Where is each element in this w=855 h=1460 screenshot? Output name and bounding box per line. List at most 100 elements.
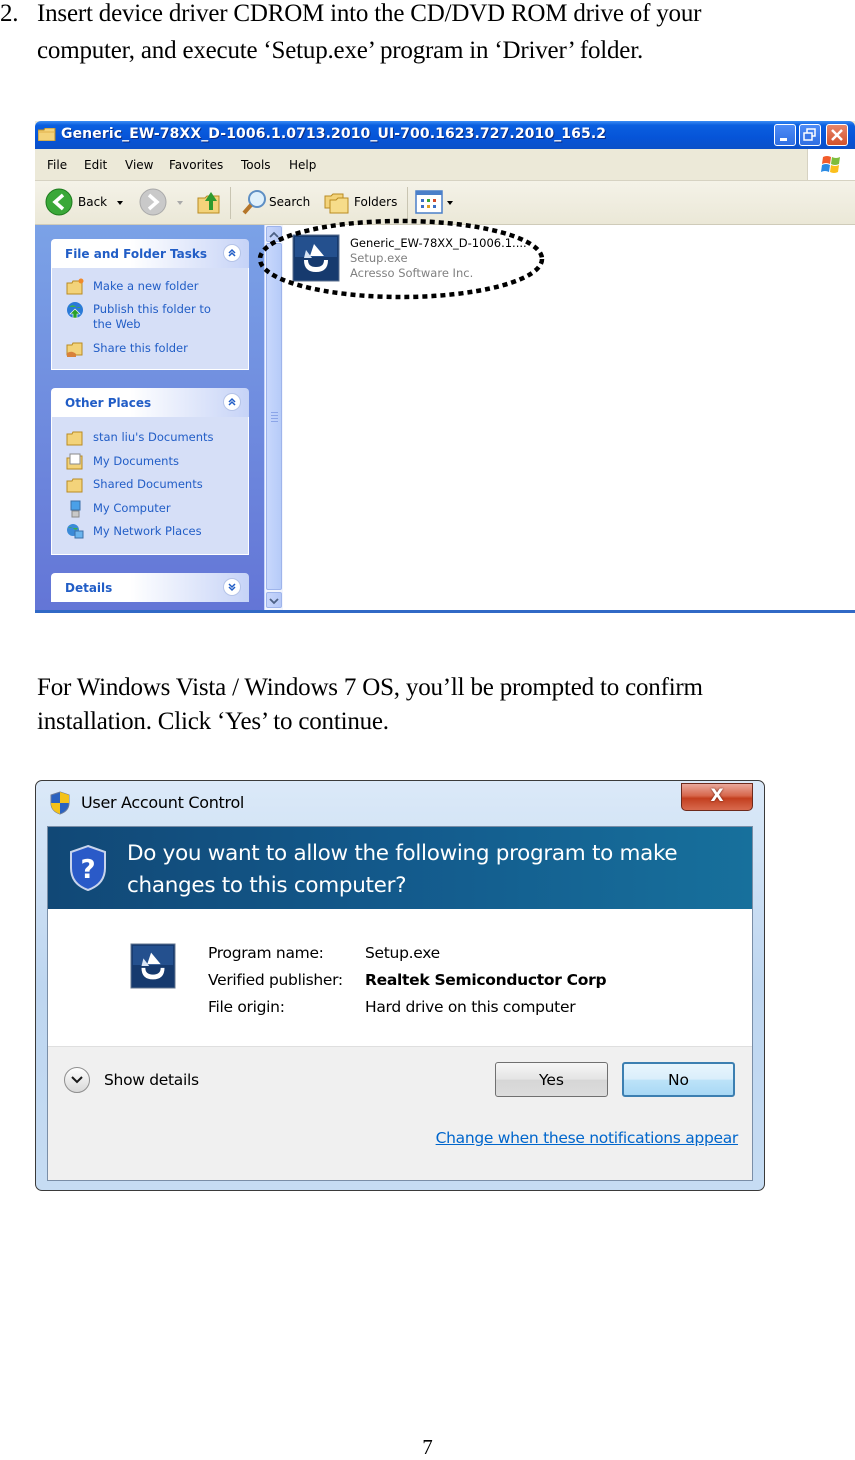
step-line-2: computer, and execute ‘Setup.exe’ progra…	[37, 37, 643, 64]
windows-logo	[807, 149, 855, 180]
menu-edit[interactable]: Edit	[84, 158, 107, 172]
yes-button[interactable]: Yes	[495, 1062, 608, 1097]
restore-button[interactable]	[799, 124, 821, 146]
folder-icon	[66, 478, 83, 493]
question-shield-icon: ?	[70, 844, 106, 892]
panel-header[interactable]: Other Places	[51, 388, 249, 417]
grip	[271, 412, 278, 413]
uac-dialog: User Account Control X ? Do you want to …	[35, 780, 765, 1191]
show-details-label: Show details	[104, 1071, 199, 1089]
uac-title: User Account Control	[81, 793, 245, 812]
program-info: Program name: Setup.exe Verified publish…	[48, 909, 752, 1046]
grip	[271, 415, 278, 416]
panel-title: Details	[65, 581, 113, 595]
no-button[interactable]: No	[622, 1062, 735, 1097]
minimize-icon	[780, 138, 787, 141]
other-places-panel: Other Places stan liu's Documents My Doc…	[51, 388, 249, 556]
vista-note-line-2: installation. Click ‘Yes’ to continue.	[37, 708, 389, 735]
panel-header[interactable]: File and Folder Tasks	[51, 239, 249, 268]
change-notifications-link[interactable]: Change when these notifications appear	[436, 1129, 739, 1147]
page-number: 7	[422, 1435, 433, 1459]
origin-value: Hard drive on this computer	[365, 998, 576, 1016]
up-folder-icon	[197, 192, 220, 214]
menu-tools[interactable]: Tools	[241, 158, 271, 172]
installer-icon	[130, 943, 176, 989]
panel-header[interactable]: Details	[51, 573, 249, 602]
task-label: the Web	[93, 317, 141, 331]
back-button[interactable]: Back	[43, 181, 129, 224]
uac-actions: Show details Yes No	[48, 1046, 752, 1114]
uac-footer: Change when these notifications appear	[48, 1113, 752, 1180]
publisher-label: Verified publisher:	[208, 971, 343, 989]
scroll-down-button[interactable]	[266, 592, 282, 608]
my-documents-icon	[66, 453, 83, 470]
menu-bar: File Edit View Favorites Tools Help	[35, 149, 855, 181]
share-folder-icon	[66, 342, 83, 357]
vista-note-line-1: For Windows Vista / Windows 7 OS, you’ll…	[37, 674, 703, 701]
vista-note: For Windows Vista / Windows 7 OS, you’ll…	[37, 671, 703, 739]
svg-text:?: ?	[80, 855, 95, 885]
minimize-button[interactable]	[774, 124, 796, 146]
forward-dropdown-icon[interactable]	[177, 201, 183, 205]
folder-icon	[38, 128, 56, 141]
folder-icon	[66, 431, 83, 446]
file-folder-tasks-panel: File and Folder Tasks Make a new folder …	[51, 239, 249, 371]
up-folder-button[interactable]	[195, 181, 223, 224]
close-button[interactable]	[826, 124, 848, 146]
forward-button[interactable]	[137, 181, 187, 224]
uac-title-bar: User Account Control X	[36, 781, 764, 825]
folders-icon	[324, 193, 349, 214]
publisher-value: Realtek Semiconductor Corp	[365, 971, 607, 989]
highlight-ellipse	[257, 218, 545, 300]
uac-shield-icon	[50, 791, 70, 815]
program-name-value: Setup.exe	[365, 944, 440, 962]
task-label: Share this folder	[93, 341, 188, 355]
question-line-1: Do you want to allow the following progr…	[127, 841, 678, 866]
menu-file[interactable]: File	[47, 158, 67, 172]
forward-arrow-icon	[139, 188, 167, 216]
place-label: Shared Documents	[93, 477, 203, 491]
task-pane: File and Folder Tasks Make a new folder …	[35, 225, 264, 613]
menu-view[interactable]: View	[125, 158, 153, 172]
panel-title: Other Places	[65, 396, 152, 410]
toolbar-separator	[407, 187, 408, 219]
question-line-2: changes to this computer?	[127, 873, 407, 898]
window-bottom-border	[35, 610, 855, 613]
back-dropdown-icon[interactable]	[117, 201, 123, 205]
uac-question: Do you want to allow the following progr…	[127, 838, 678, 902]
place-label: stan liu's Documents	[93, 430, 214, 444]
grip	[271, 421, 278, 422]
place-label: My Documents	[93, 454, 179, 468]
new-folder-icon	[66, 278, 84, 295]
panel-title: File and Folder Tasks	[65, 247, 208, 261]
origin-label: File origin:	[208, 998, 285, 1016]
back-arrow-icon	[45, 188, 73, 216]
views-dropdown-icon[interactable]	[447, 201, 453, 205]
publish-web-icon	[67, 302, 83, 319]
menu-help[interactable]: Help	[289, 158, 316, 172]
program-name-label: Program name:	[208, 944, 324, 962]
details-chevron[interactable]	[64, 1067, 90, 1093]
menu-favorites[interactable]: Favorites	[169, 158, 223, 172]
collapse-button[interactable]	[223, 244, 241, 262]
explorer-title: Generic_EW-78XX_D-1006.1.0713.2010_UI-70…	[61, 126, 607, 142]
step-line-1: Insert device driver CDROM into the CD/D…	[37, 0, 702, 27]
place-label: My Network Places	[93, 524, 202, 538]
chevron-down-icon	[71, 1076, 83, 1084]
network-places-icon	[67, 524, 84, 539]
explorer-title-bar: Generic_EW-78XX_D-1006.1.0713.2010_UI-70…	[35, 121, 855, 149]
chevron-double-down-icon	[228, 583, 236, 592]
place-label: My Computer	[93, 501, 171, 515]
uac-close-button[interactable]: X	[681, 783, 753, 811]
collapse-button[interactable]	[223, 393, 241, 411]
step-number: 2.	[0, 0, 19, 27]
grip	[271, 418, 278, 419]
back-label: Back	[78, 195, 108, 209]
uac-content: ? Do you want to allow the following pro…	[47, 826, 753, 1181]
details-panel: Details	[51, 573, 249, 602]
panel-body: stan liu's Documents My Documents Shared…	[51, 417, 249, 555]
uac-banner: ? Do you want to allow the following pro…	[48, 827, 752, 909]
folders-label: Folders	[354, 195, 398, 209]
restore-icon	[803, 128, 816, 141]
expand-button[interactable]	[223, 578, 241, 596]
